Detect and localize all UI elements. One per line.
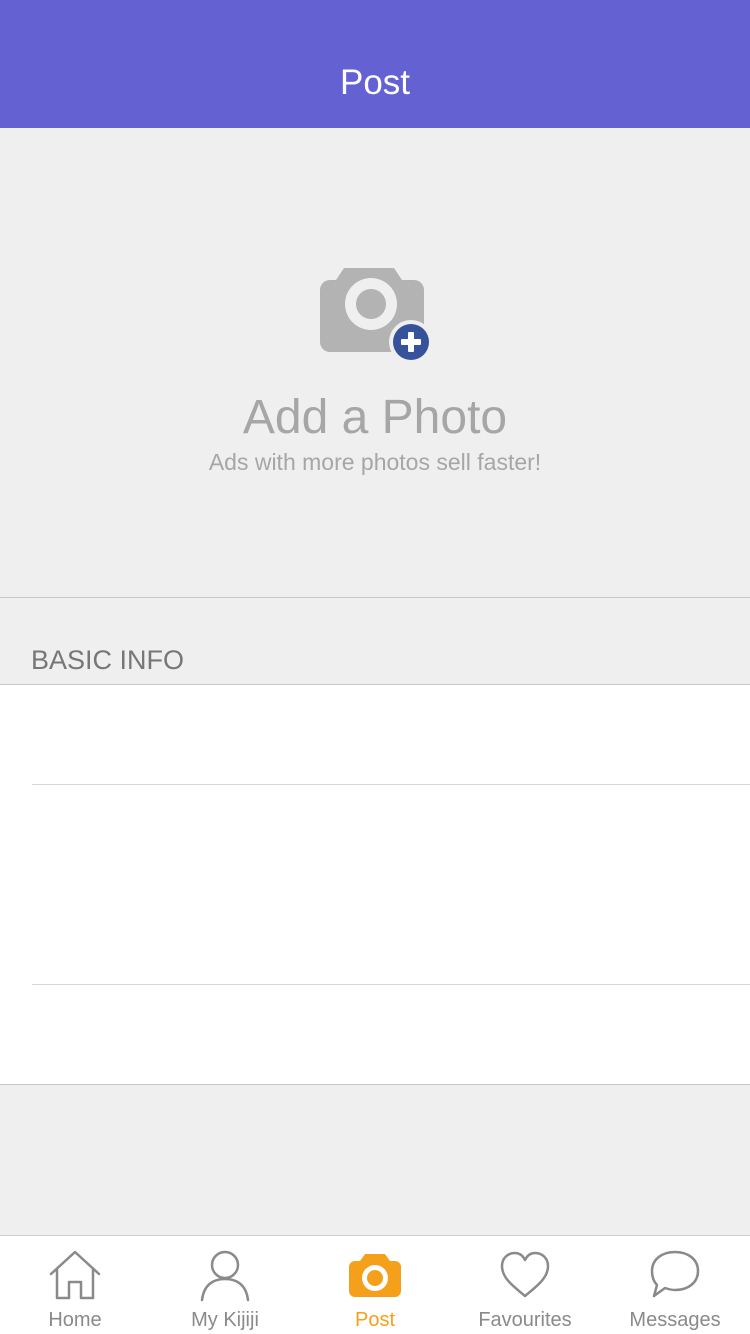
tab-my-kijiji[interactable]: My Kijiji — [150, 1236, 300, 1334]
camera-add-icon[interactable] — [318, 256, 433, 366]
nav-header: Post — [0, 0, 750, 128]
form-row-1[interactable] — [0, 685, 750, 785]
section-header-basic-info: BASIC INFO — [31, 645, 185, 675]
tab-home[interactable]: Home — [0, 1236, 150, 1334]
tab-label-post: Post — [354, 1309, 396, 1331]
tab-messages[interactable]: Messages — [600, 1236, 750, 1334]
tab-label-my-kijiji: My Kijiji — [191, 1309, 259, 1331]
add-photo-subtitle: Ads with more photos sell faster! — [208, 449, 542, 475]
tab-label-favourites: Favourites — [478, 1309, 572, 1331]
add-photo-title: Add a Photo — [242, 391, 508, 444]
tab-label-messages: Messages — [629, 1309, 721, 1331]
tab-favourites[interactable]: Favourites — [450, 1236, 600, 1334]
tab-bar: Home My Kijiji Post Favourites Messages — [0, 1235, 750, 1334]
person-icon — [195, 1248, 255, 1302]
chat-bubble-icon — [645, 1248, 705, 1302]
header-action-button[interactable] — [640, 62, 720, 102]
add-photo-area[interactable] — [0, 128, 750, 598]
camera-icon — [345, 1248, 405, 1302]
post-screen: Post Add a Photo Ads with more photos se… — [0, 0, 750, 1334]
basic-info-form — [0, 684, 750, 1085]
page-title: Post — [339, 63, 411, 102]
tab-label-home: Home — [48, 1309, 102, 1331]
form-row-3[interactable] — [0, 985, 750, 1084]
form-row-2[interactable] — [0, 785, 750, 985]
heart-icon — [495, 1248, 555, 1302]
home-icon — [45, 1248, 105, 1302]
tab-post[interactable]: Post — [300, 1236, 450, 1334]
